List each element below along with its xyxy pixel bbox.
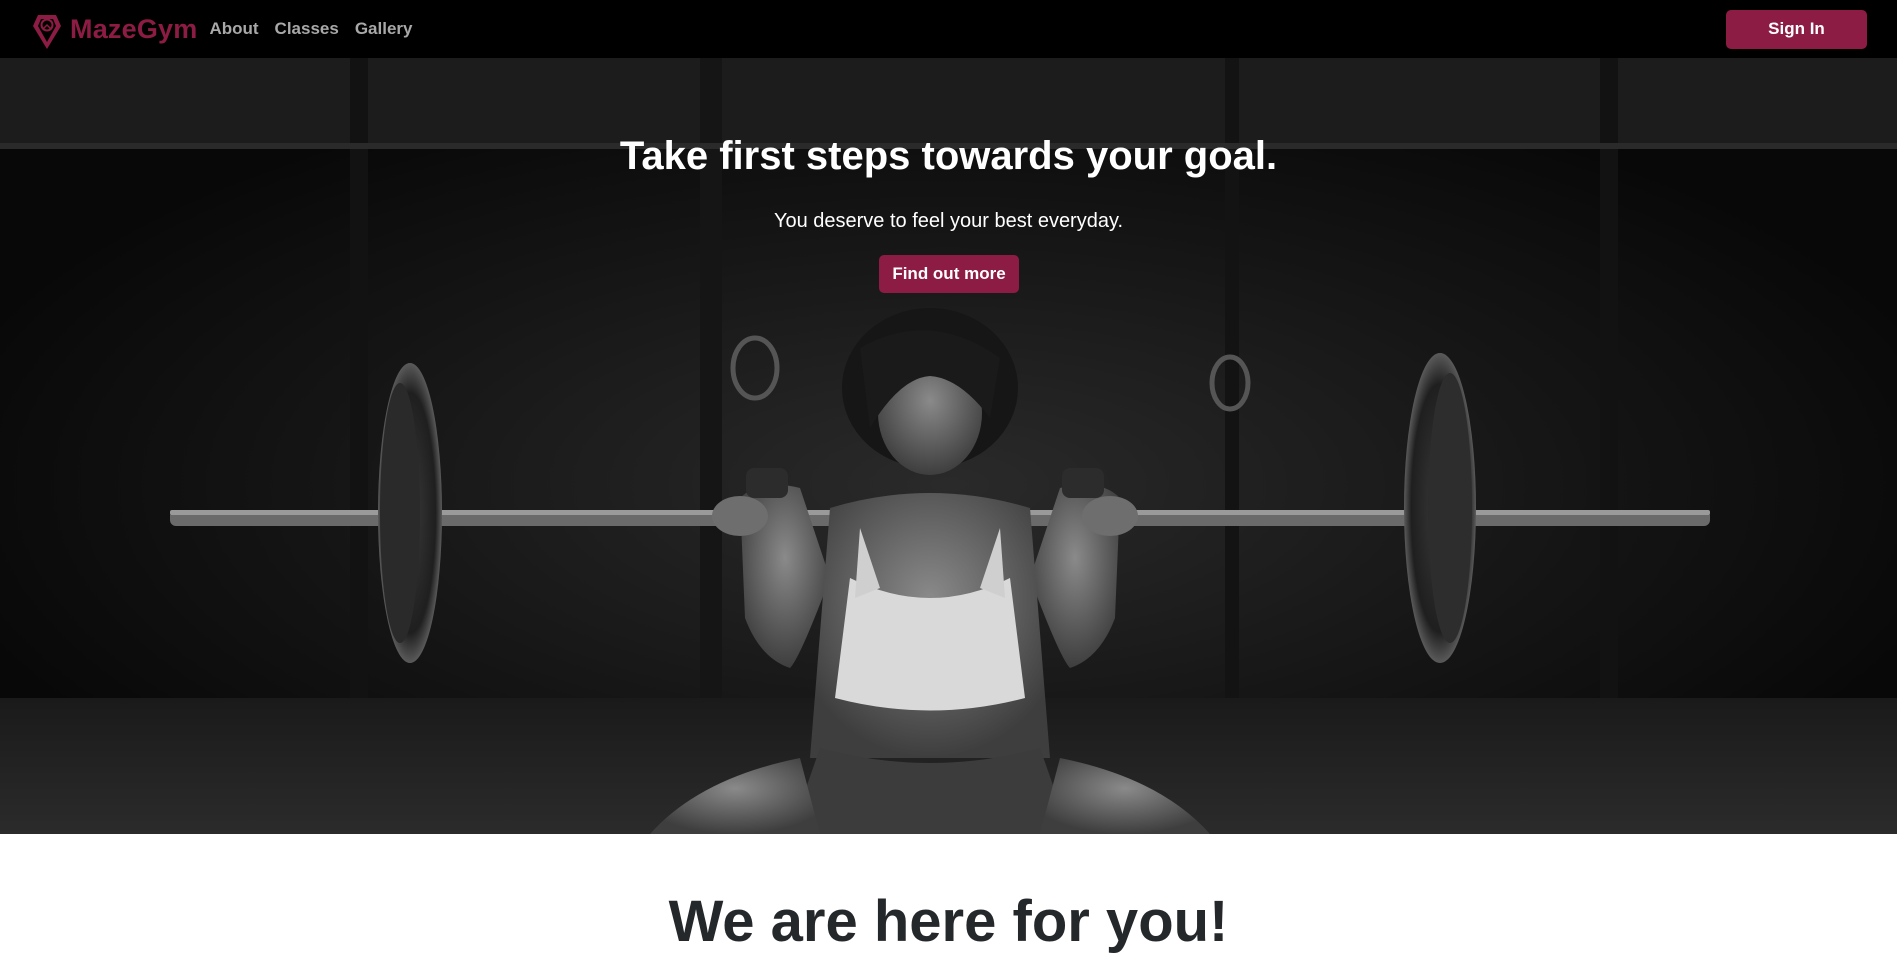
nav-link-about[interactable]: About [209, 19, 258, 39]
nav-links: About Classes Gallery [209, 19, 412, 39]
navbar: MazeGym About Classes Gallery Sign In [0, 0, 1897, 58]
hero-title: Take first steps towards your goal. [619, 134, 1278, 178]
nav-link-classes[interactable]: Classes [275, 19, 339, 39]
hero-section: Take first steps towards your goal. You … [0, 58, 1897, 834]
map-pin-gem-icon [33, 15, 61, 49]
section-heading: We are here for you! [668, 889, 1229, 954]
brand-link[interactable]: MazeGym [28, 7, 197, 51]
brand-name: MazeGym [70, 13, 198, 44]
sign-in-button[interactable]: Sign In [1726, 9, 1867, 49]
hero-subtitle: You deserve to feel your best everyday. [773, 210, 1124, 232]
nav-link-gallery[interactable]: Gallery [355, 19, 413, 39]
find-out-more-button[interactable]: Find out more [879, 255, 1019, 293]
